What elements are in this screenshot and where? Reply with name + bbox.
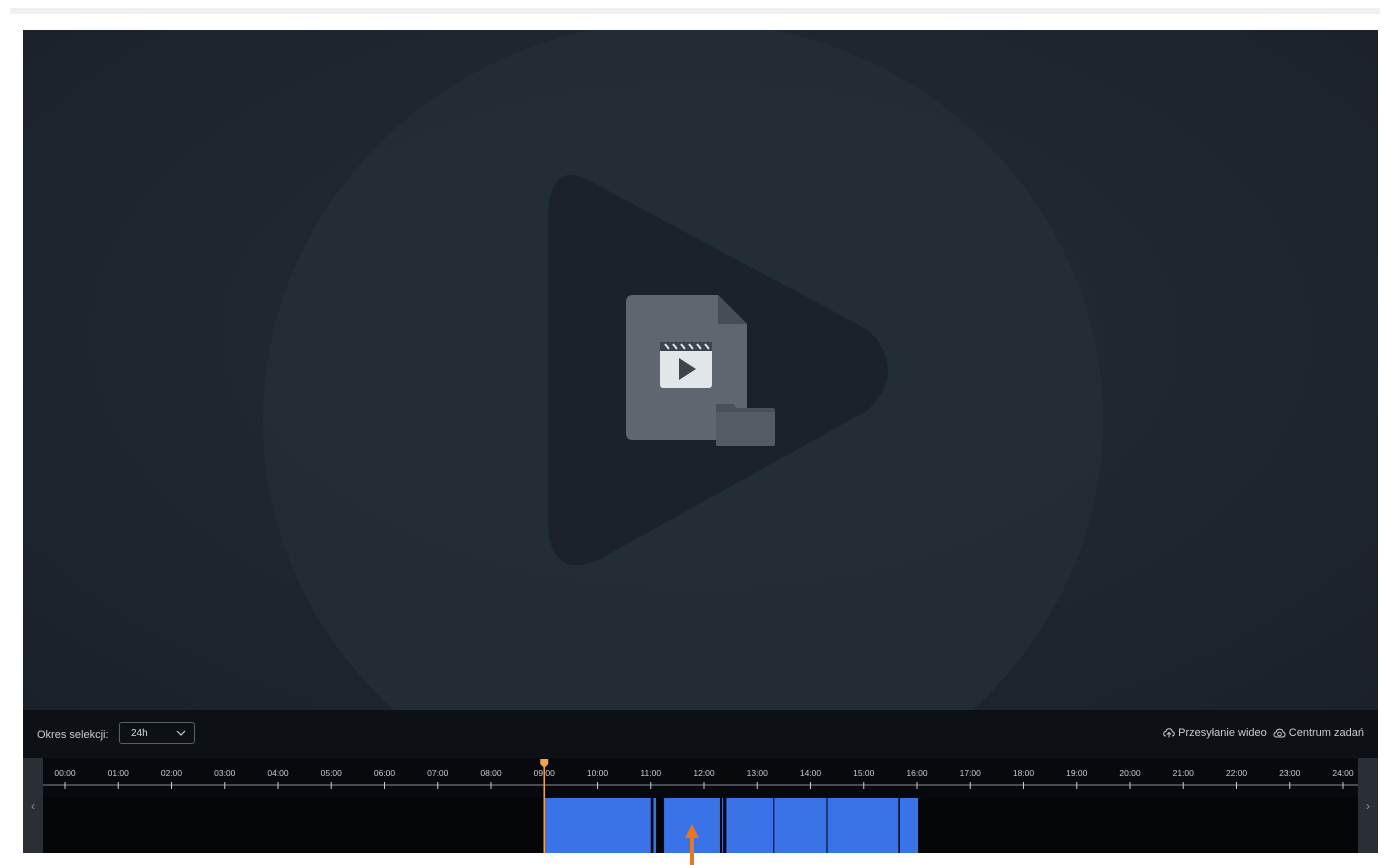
cloud-upload-icon <box>1163 728 1175 738</box>
video-upload-button[interactable]: Przesyłanie wideo <box>1163 727 1267 739</box>
hour-label: 15:00 <box>853 768 875 778</box>
playback-control-bar: Okres selekcji: 24h Przesyłanie wideo Ce… <box>23 710 1378 758</box>
playback-cursor-handle[interactable] <box>540 759 549 768</box>
hour-label: 21:00 <box>1173 768 1195 778</box>
hour-label: 14:00 <box>800 768 822 778</box>
hour-label: 03:00 <box>214 768 236 778</box>
hour-label: 18:00 <box>1013 768 1035 778</box>
video-upload-label: Przesyłanie wideo <box>1178 727 1267 739</box>
hour-label: 24:00 <box>1332 768 1354 778</box>
hour-label: 13:00 <box>747 768 769 778</box>
hour-label: 20:00 <box>1119 768 1141 778</box>
recording-segment <box>722 798 724 853</box>
task-center-button[interactable]: Centrum zadań <box>1273 727 1364 739</box>
recording-segment <box>726 798 774 853</box>
hour-label: 22:00 <box>1226 768 1248 778</box>
hour-label: 04:00 <box>267 768 289 778</box>
annotation-arrow-icon <box>685 824 699 865</box>
hour-label: 19:00 <box>1066 768 1088 778</box>
hour-label: 00:00 <box>54 768 76 778</box>
chevron-down-icon <box>176 730 186 736</box>
timeline-scroll-right-button[interactable]: › <box>1358 758 1378 853</box>
hour-label: 12:00 <box>693 768 715 778</box>
hour-label: 08:00 <box>480 768 502 778</box>
hour-label: 16:00 <box>906 768 928 778</box>
selection-period-label: Okres selekcji: <box>37 729 109 741</box>
toolbar-actions: Przesyłanie wideo Centrum zadań <box>1163 727 1364 739</box>
video-file-folder-icon <box>626 295 775 446</box>
hour-label: 05:00 <box>321 768 343 778</box>
selection-period-dropdown[interactable]: 24h <box>119 722 195 744</box>
recording-segment <box>827 798 899 853</box>
hour-label: 02:00 <box>161 768 183 778</box>
hour-label: 17:00 <box>960 768 982 778</box>
recording-segment <box>899 798 919 853</box>
hour-label: 23:00 <box>1279 768 1301 778</box>
video-player[interactable] <box>23 30 1378 710</box>
recording-segment <box>544 798 651 853</box>
top-divider <box>10 8 1380 14</box>
hour-label: 07:00 <box>427 768 449 778</box>
selection-period-value: 24h <box>131 728 148 739</box>
recording-segment <box>653 798 657 853</box>
hour-label: 11:00 <box>640 768 661 778</box>
recording-segment <box>774 798 827 853</box>
timeline-scroll-left-button[interactable]: ‹ <box>23 758 43 853</box>
task-center-label: Centrum zadań <box>1288 727 1364 739</box>
hour-label: 10:00 <box>587 768 609 778</box>
cloud-tasks-icon <box>1273 728 1286 738</box>
hour-label: 01:00 <box>108 768 130 778</box>
hour-label: 06:00 <box>374 768 396 778</box>
